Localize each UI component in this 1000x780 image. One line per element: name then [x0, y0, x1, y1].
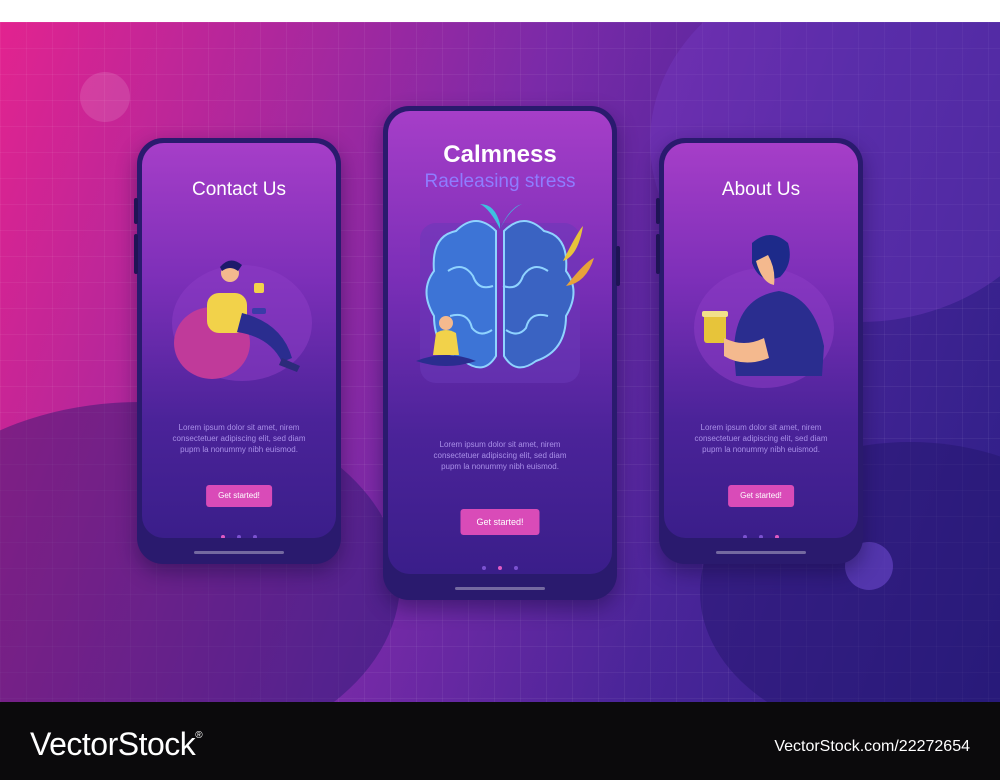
pager-dot[interactable]: [743, 535, 747, 538]
pager-dot[interactable]: [221, 535, 225, 538]
lorem-paragraph: Lorem ipsum dolor sit amet, nirem consec…: [678, 422, 844, 455]
lorem-paragraph: Lorem ipsum dolor sit amet, nirem consec…: [402, 439, 598, 472]
pager-dots: [388, 557, 612, 574]
pager-dot[interactable]: [514, 566, 518, 570]
phone-side-button: [656, 234, 660, 274]
vectorstock-logo: VectorStock®: [30, 726, 203, 763]
lorem-line: pupm la nonummy nibh euismod.: [180, 445, 298, 454]
phone-screen: Calmness Raeleasing stress Lorem ipsum d…: [388, 111, 612, 574]
pager-dot[interactable]: [759, 535, 763, 538]
phone-side-button: [134, 198, 138, 224]
person-with-coffee-illustration: [694, 235, 834, 388]
get-started-button[interactable]: Get started!: [728, 485, 794, 507]
lorem-line: consectetuer adipiscing elit, sed diam: [433, 451, 567, 460]
brain-illustration: [416, 204, 594, 383]
home-indicator: [455, 587, 545, 590]
pager-dot[interactable]: [775, 535, 779, 538]
pager-dot[interactable]: [253, 535, 257, 538]
phone-screen: Contact Us Lorem ipsum dolor sit amet, n…: [142, 143, 336, 538]
home-indicator: [194, 551, 284, 554]
lorem-line: consectetuer adipiscing elit, sed diam: [694, 434, 828, 443]
phone-side-button: [656, 198, 660, 224]
person-with-phone-illustration: [172, 260, 312, 381]
lorem-line: pupm la nonummy nibh euismod.: [441, 462, 559, 471]
image-reference: VectorStock.com/22272654: [774, 738, 970, 755]
phone-contact-us: Contact Us Lorem ipsum dolor sit amet, n…: [134, 138, 341, 564]
pager-dot[interactable]: [237, 535, 241, 538]
get-started-button[interactable]: Get started!: [206, 485, 272, 507]
pager-dots: [664, 526, 858, 538]
decor-circle: [80, 72, 130, 122]
pager-dot[interactable]: [498, 566, 502, 570]
logo-registered-mark: ®: [195, 730, 203, 741]
lorem-line: consectetuer adipiscing elit, sed diam: [172, 434, 306, 443]
phone-side-button: [616, 246, 620, 286]
phone-screen: About Us Lorem ipsum dolor sit amet, nir…: [664, 143, 858, 538]
lorem-paragraph: Lorem ipsum dolor sit amet, nirem consec…: [156, 422, 322, 455]
watermark-footer: VectorStock® VectorStock.com/22272654: [0, 702, 1000, 780]
phone-side-button: [134, 234, 138, 274]
pager-dot[interactable]: [482, 566, 486, 570]
home-indicator: [716, 551, 806, 554]
logo-text: VectorStock: [30, 726, 196, 762]
lorem-line: Lorem ipsum dolor sit amet, nirem: [439, 440, 561, 449]
phone-calmness: Calmness Raeleasing stress Lorem ipsum d…: [383, 106, 620, 600]
lorem-line: Lorem ipsum dolor sit amet, nirem: [178, 423, 300, 432]
pager-dots: [142, 526, 336, 538]
lorem-line: pupm la nonummy nibh euismod.: [702, 445, 820, 454]
lorem-line: Lorem ipsum dolor sit amet, nirem: [700, 423, 822, 432]
phone-about-us: About Us Lorem ipsum dolor sit amet, nir…: [656, 138, 863, 564]
get-started-button[interactable]: Get started!: [460, 509, 540, 535]
